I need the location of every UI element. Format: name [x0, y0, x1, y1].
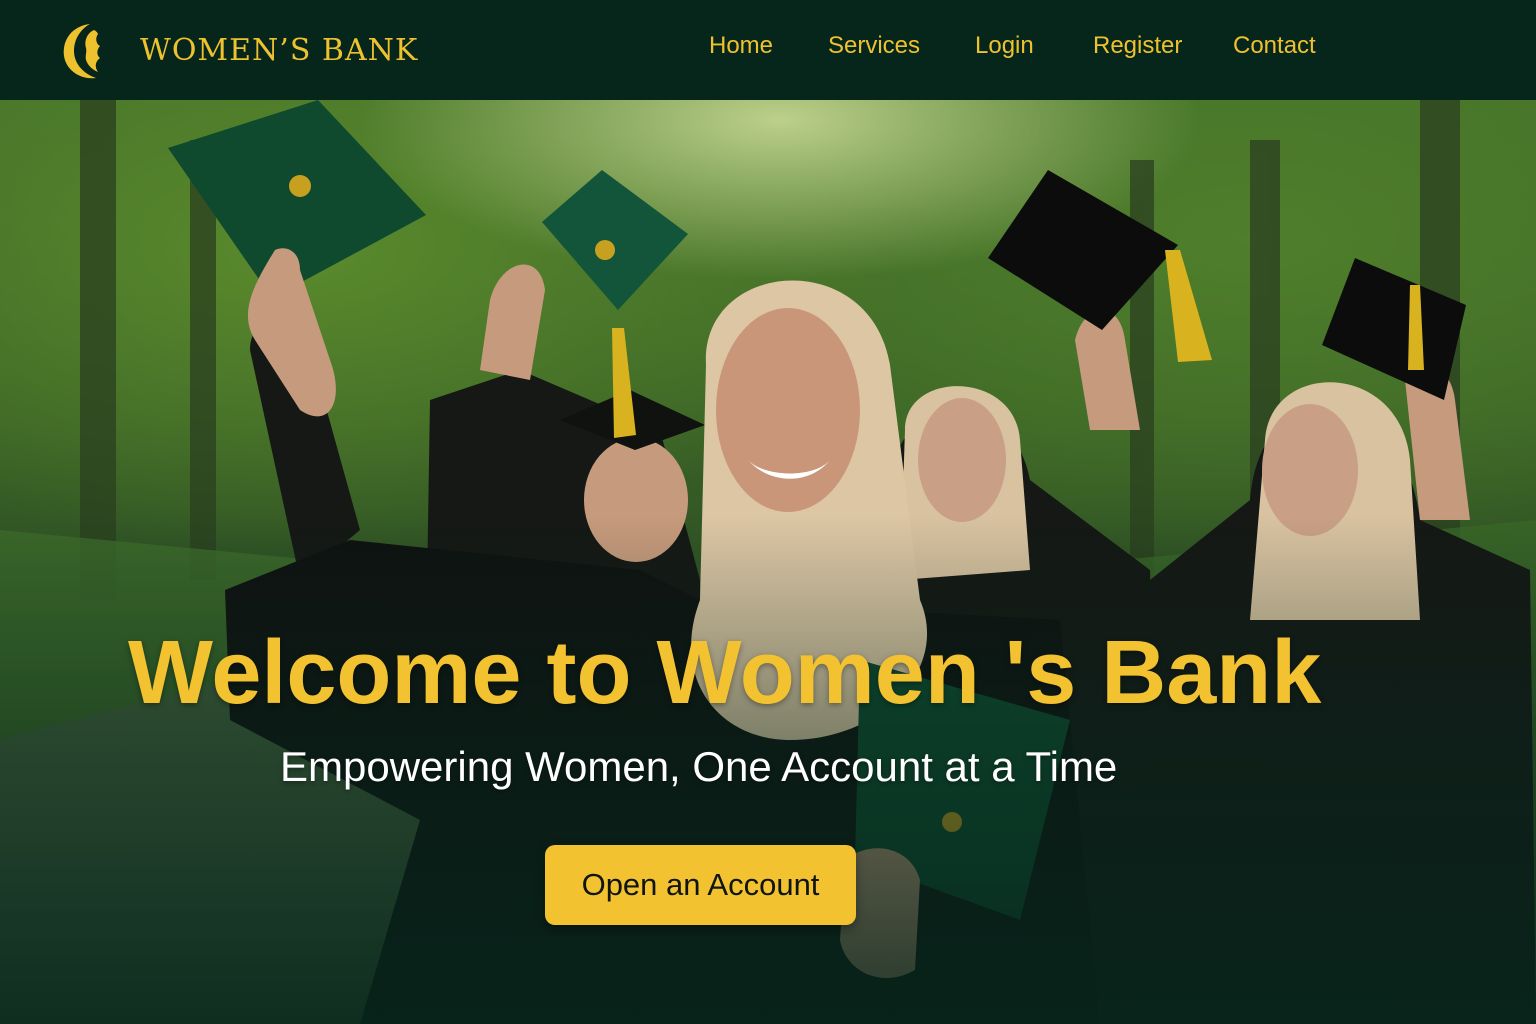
- site-header: WOMEN’S BANK Home Services Login Registe…: [0, 0, 1536, 100]
- woman-silhouette-crescent-icon: [63, 24, 100, 79]
- nav-home-link[interactable]: Home: [709, 32, 773, 60]
- brand[interactable]: WOMEN’S BANK: [60, 16, 418, 84]
- nav-services-link[interactable]: Services: [828, 32, 920, 60]
- brand-name: WOMEN’S BANK: [140, 32, 419, 68]
- hero-subtitle: Empowering Women, One Account at a Time: [280, 743, 1118, 790]
- nav-contact-link[interactable]: Contact: [1233, 32, 1316, 60]
- hero-title: Welcome to Women 's Bank: [128, 623, 1322, 723]
- nav-login-link[interactable]: Login: [975, 32, 1034, 60]
- open-account-button[interactable]: Open an Account: [545, 845, 856, 925]
- nav-register-link[interactable]: Register: [1093, 32, 1182, 60]
